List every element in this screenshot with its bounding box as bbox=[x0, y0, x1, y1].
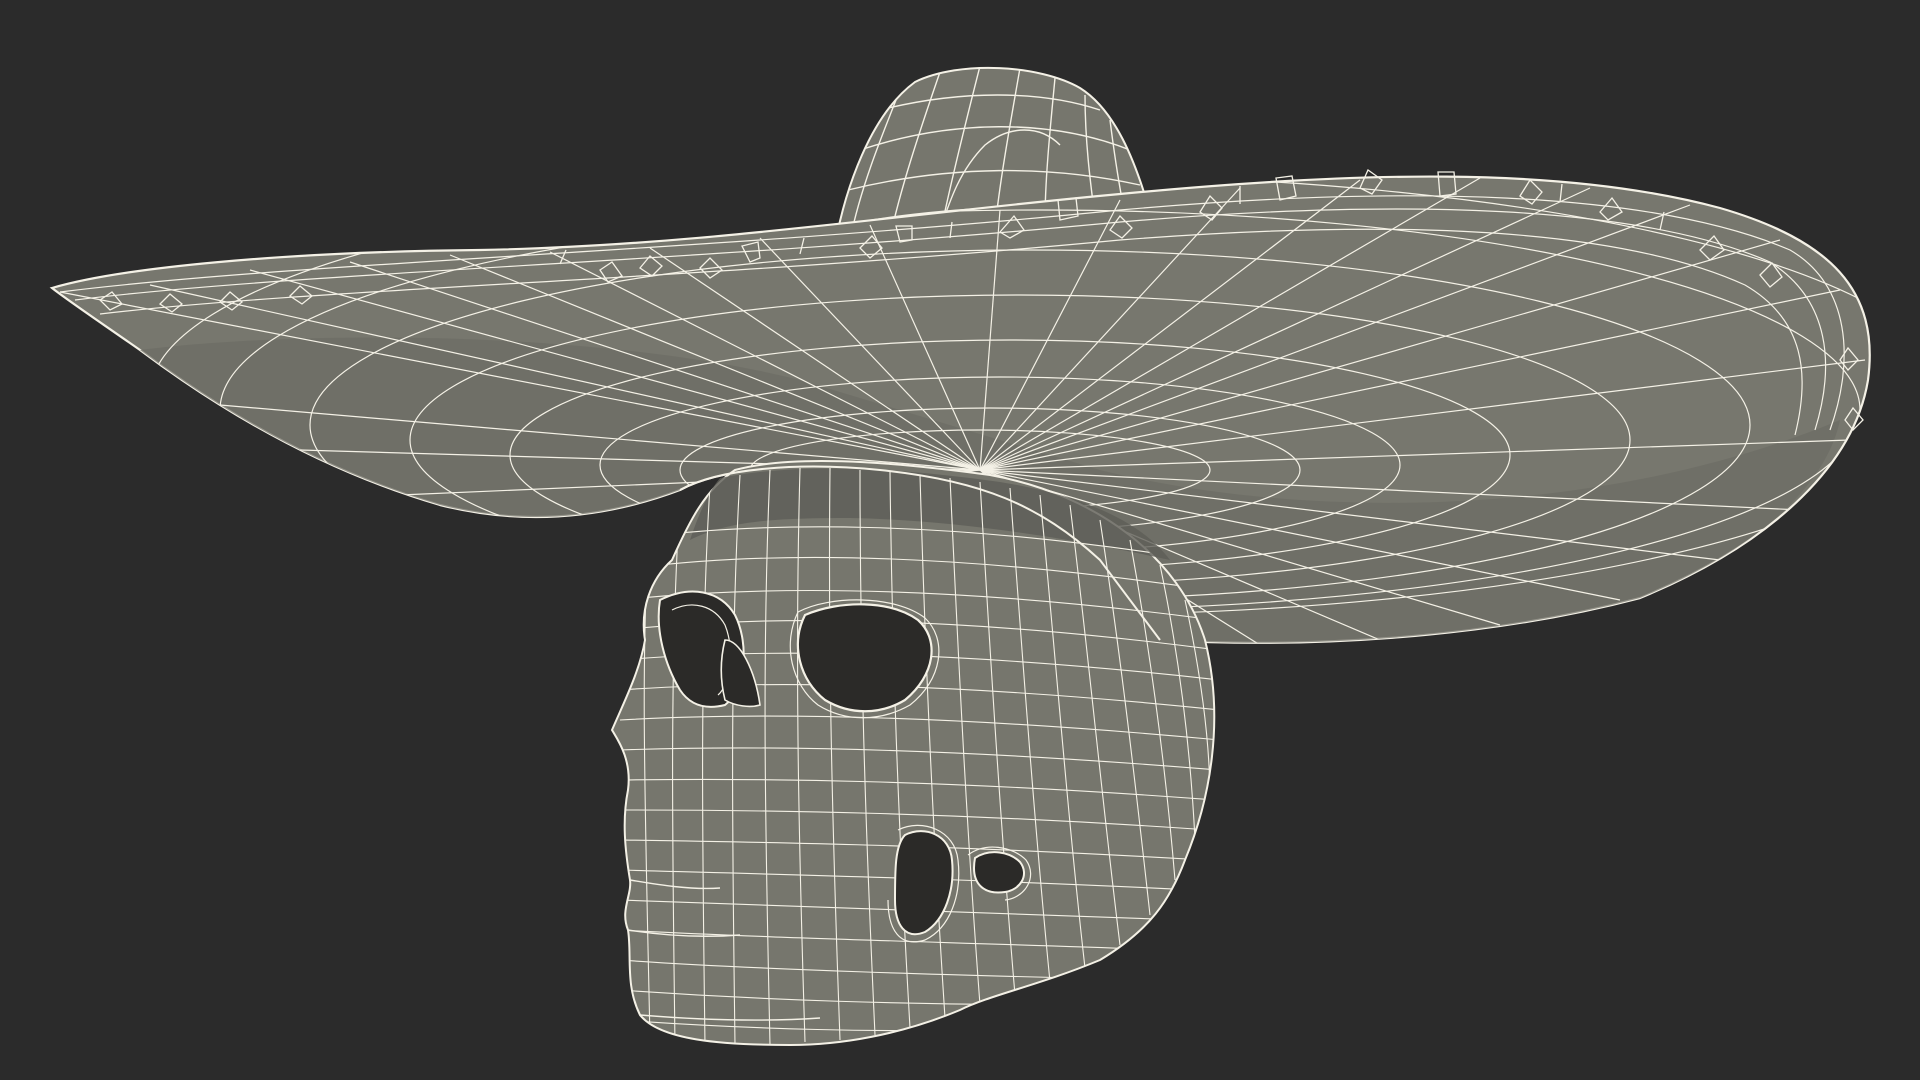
wireframe-render bbox=[49, 66, 1871, 1047]
skull bbox=[610, 459, 1216, 1047]
right-eye-socket bbox=[796, 603, 933, 713]
3d-viewport[interactable] bbox=[0, 0, 1920, 1080]
cheek-hole-small bbox=[973, 851, 1025, 894]
